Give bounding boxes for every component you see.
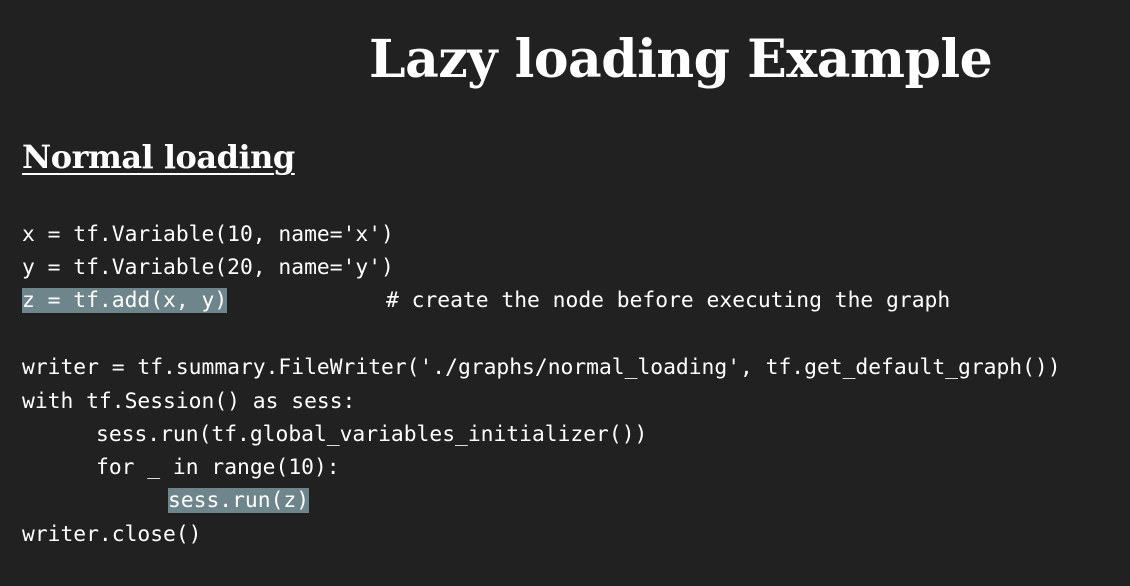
code-line: y = tf.Variable(20, name='y') — [22, 255, 394, 280]
code-comment: # create the node before executing the g… — [386, 288, 951, 313]
code-line: with tf.Session() as sess: — [22, 389, 356, 414]
code-line: writer.close() — [22, 522, 202, 547]
slide: Lazy loading Example Normal loading x = … — [0, 0, 1130, 586]
highlighted-code: z = tf.add(x, y) — [22, 288, 228, 313]
slide-title: Lazy loading Example — [369, 29, 993, 90]
code-line: writer = tf.summary.FileWriter('./graphs… — [22, 355, 1061, 380]
code-line: x = tf.Variable(10, name='x') — [22, 222, 394, 247]
code-line: for _ in range(10): — [96, 455, 340, 480]
code-line-highlighted: z = tf.add(x, y) — [22, 288, 228, 314]
highlighted-code: sess.run(z) — [168, 488, 310, 513]
code-line-highlighted: sess.run(z) — [168, 488, 310, 514]
section-heading: Normal loading — [22, 138, 295, 176]
code-line: sess.run(tf.global_variables_initializer… — [96, 422, 648, 447]
